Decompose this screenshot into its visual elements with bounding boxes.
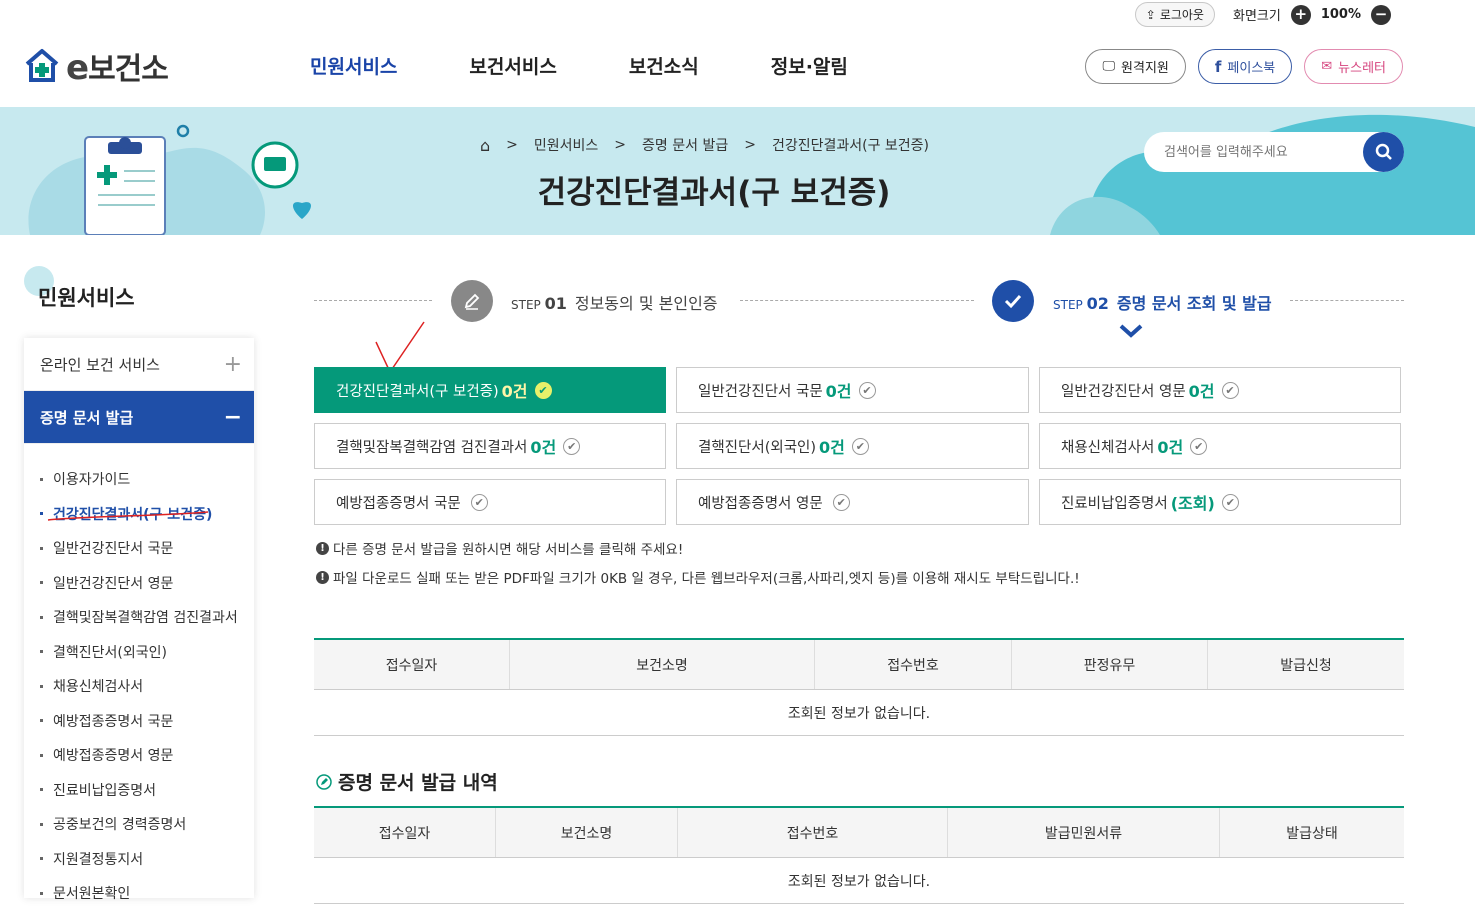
check-circle-icon: ✔ — [858, 381, 876, 399]
sidebar-item-original[interactable]: 문서원본확인 — [24, 876, 254, 911]
col-doc-type: 발급민원서류 — [948, 808, 1220, 857]
sidebar-item-career[interactable]: 공중보건의 경력증명서 — [24, 807, 254, 842]
breadcrumb: ⌂ > 민원서비스 > 증명 문서 발급 > 건강진단결과서(구 보건증) — [480, 135, 929, 155]
step-2: STEP 02 증명 문서 조회 및 발급 — [1053, 294, 1272, 313]
notice-1: ! 다른 증명 문서 발급을 원하시면 해당 서비스를 클릭해 주세요! — [316, 538, 683, 558]
doc-vaccine-kr[interactable]: 예방접종증명서 국문 ✔ — [314, 479, 666, 525]
issue-history-table: 접수일자 보건소명 접수번호 발급민원서류 발급상태 조회된 정보가 없습니다. — [314, 806, 1404, 904]
receipt-table: 접수일자 보건소명 접수번호 판정유무 발급신청 조회된 정보가 없습니다. — [314, 638, 1404, 736]
chevron-right-icon: > — [506, 137, 518, 153]
home-icon[interactable]: ⌂ — [480, 136, 490, 155]
search-input[interactable] — [1164, 144, 1344, 160]
col-issue-status: 발급상태 — [1286, 825, 1338, 842]
col-number: 접수번호 — [678, 808, 948, 857]
table-header: 접수일자 보건소명 접수번호 판정유무 발급신청 — [314, 640, 1404, 690]
sidebar-item-general-en[interactable]: 일반건강진단서 영문 — [24, 566, 254, 601]
breadcrumb-civil[interactable]: 민원서비스 — [534, 135, 598, 155]
sidebar-item-support[interactable]: 지원결정통지서 — [24, 842, 254, 877]
pencil-circle-icon — [316, 773, 332, 790]
zoom-in-button[interactable]: + — [1290, 4, 1311, 25]
remote-support-button[interactable]: 🖵 원격지원 — [1085, 49, 1186, 84]
doc-tb-foreign[interactable]: 결핵진단서(외국인) 0건 ✔ — [676, 423, 1029, 469]
check-circle-icon: ✔ — [1190, 437, 1208, 455]
col-date: 접수일자 — [314, 808, 496, 857]
chevron-down-icon — [1119, 324, 1143, 338]
step-1: STEP 01 정보동의 및 본인인증 — [511, 294, 718, 313]
check-icon — [992, 280, 1034, 322]
doc-tb-result[interactable]: 결핵및잠복결핵감염 검진결과서 0건 ✔ — [314, 423, 666, 469]
zoom-value: 100% — [1320, 7, 1361, 22]
sidebar-item-vaccine-en[interactable]: 예방접종증명서 영문 — [24, 738, 254, 773]
home-cross-icon — [25, 49, 59, 82]
check-circle-icon: ✔ — [851, 437, 869, 455]
sidebar-item-payment[interactable]: 진료비납입증명서 — [24, 773, 254, 808]
sidebar-item-general-kr[interactable]: 일반건강진단서 국문 — [24, 531, 254, 566]
section-title: 증명 문서 발급 내역 — [316, 768, 498, 795]
table-header: 접수일자 보건소명 접수번호 발급민원서류 발급상태 — [314, 808, 1404, 858]
check-circle-icon: ✔ — [1221, 493, 1239, 511]
nav-civil-service[interactable]: 민원서비스 — [310, 52, 397, 79]
table-empty-row: 조회된 정보가 없습니다. — [314, 690, 1404, 736]
pencil-icon — [451, 280, 493, 322]
check-circle-icon: ✔ — [1221, 381, 1239, 399]
logout-button[interactable]: ⇪ 로그아웃 — [1134, 2, 1215, 27]
zoom-label: 화면크기 — [1232, 9, 1281, 24]
notice-2: ! 파일 다운로드 실패 또는 받은 PDF파일 크기가 0KB 일 경우, 다른… — [316, 567, 1080, 587]
check-circle-icon: ✔ — [832, 493, 850, 511]
logout-icon: ⇪ — [1145, 7, 1156, 22]
breadcrumb-current: 건강진단결과서(구 보건증) — [771, 138, 930, 154]
breadcrumb-cert[interactable]: 증명 문서 발급 — [642, 135, 728, 155]
newsletter-button[interactable]: ✉ 뉴스레터 — [1304, 49, 1403, 84]
sidebar-item-vaccine-kr[interactable]: 예방접종증명서 국문 — [24, 704, 254, 739]
doc-employment[interactable]: 채용신체검사서 0건 ✔ — [1039, 423, 1401, 469]
mail-icon: ✉ — [1321, 59, 1333, 74]
col-center: 보건소명 — [496, 808, 678, 857]
chevron-right-icon: > — [614, 137, 627, 153]
search-box — [1144, 132, 1404, 172]
doc-health-cert[interactable]: 건강진단결과서(구 보건증) 0건 ✔ — [314, 367, 666, 413]
doc-general-kr[interactable]: 일반건강진단서 국문 0건 ✔ — [676, 367, 1029, 413]
step-indicator: STEP 01 정보동의 및 본인인증 STEP 02 증명 문서 조회 및 발급 — [314, 278, 1404, 338]
info-icon: ! — [316, 541, 329, 555]
doc-payment[interactable]: 진료비납입증명서 (조회) ✔ — [1039, 479, 1401, 525]
col-date: 접수일자 — [314, 640, 510, 689]
col-number: 접수번호 — [815, 640, 1012, 689]
zoom-out-button[interactable]: − — [1371, 4, 1391, 25]
site-logo[interactable]: e보건소 — [24, 44, 169, 88]
doc-vaccine-en[interactable]: 예방접종증명서 영문 ✔ — [676, 479, 1029, 525]
search-button[interactable] — [1363, 132, 1404, 172]
table-empty-row: 조회된 정보가 없습니다. — [314, 858, 1404, 904]
nav-health-service[interactable]: 보건서비스 — [469, 52, 556, 79]
chevron-right-icon: > — [744, 137, 756, 153]
logo-text: e보건소 — [66, 48, 169, 88]
check-circle-icon: ✔ — [470, 493, 488, 511]
doc-general-en[interactable]: 일반건강진단서 영문 0건 ✔ — [1039, 367, 1401, 413]
col-judgment: 판정유무 — [1012, 640, 1208, 689]
search-icon — [1375, 143, 1392, 160]
utility-bar: ⇪ 로그아웃 화면크기 + 100% − — [1134, 2, 1391, 27]
main-nav: 민원서비스 보건서비스 보건소식 정보·알림 — [310, 52, 848, 79]
check-circle-icon: ✔ — [563, 437, 581, 455]
facebook-icon: f — [1214, 57, 1222, 76]
col-center: 보건소명 — [510, 640, 815, 689]
info-icon: ! — [316, 570, 329, 584]
sidebar-item-employment[interactable]: 채용신체검사서 — [24, 669, 254, 704]
nav-health-news[interactable]: 보건소식 — [629, 52, 699, 79]
sidebar-title: 민원서비스 — [38, 286, 135, 310]
nav-info-notice[interactable]: 정보·알림 — [771, 52, 848, 79]
sidebar-item-tb-foreign[interactable]: 결핵진단서(외국인) — [24, 635, 254, 670]
page-banner: ⌂ > 민원서비스 > 증명 문서 발급 > 건강진단결과서(구 보건증) 건강진단결… — [0, 107, 1475, 235]
facebook-button[interactable]: f 페이스북 — [1197, 49, 1293, 84]
col-issue-request: 발급신청 — [1280, 657, 1332, 674]
monitor-icon: 🖵 — [1102, 59, 1116, 74]
check-circle-icon: ✔ — [534, 381, 552, 399]
header-buttons: 🖵 원격지원 f 페이스북 ✉ 뉴스레터 — [1085, 49, 1403, 84]
sidebar-item-tb-result[interactable]: 결핵및잠복결핵감염 검진결과서 — [24, 600, 254, 635]
